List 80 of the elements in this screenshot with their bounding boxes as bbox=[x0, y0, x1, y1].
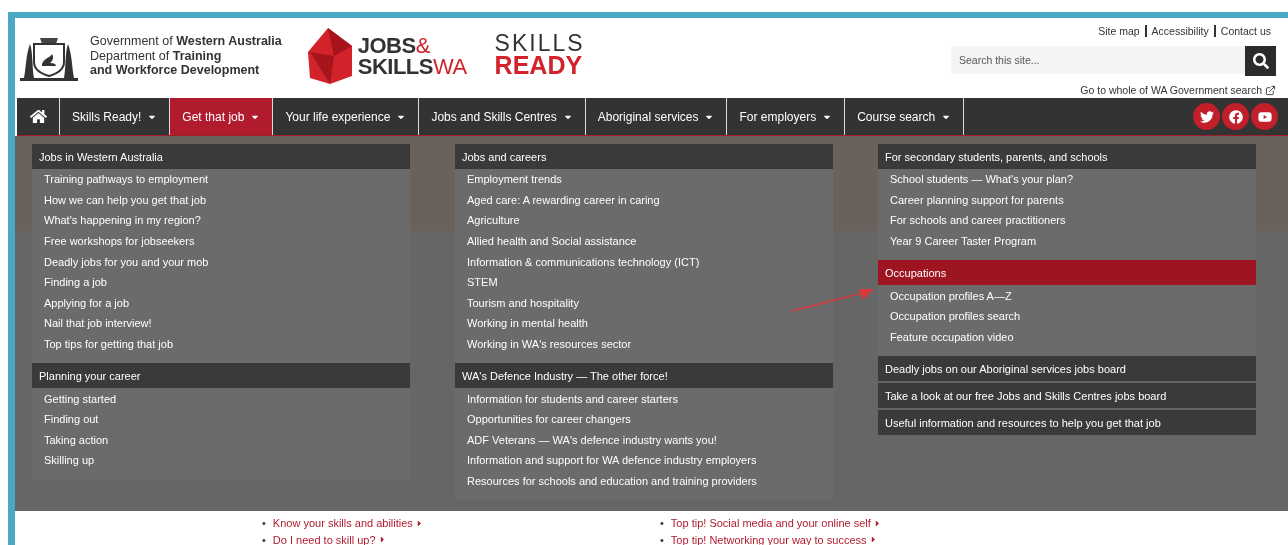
menu-item[interactable]: Employment trends bbox=[455, 169, 833, 190]
utility-link[interactable]: Accessibility bbox=[1144, 25, 1214, 37]
menu-item[interactable]: STEM bbox=[455, 271, 833, 293]
menu-item[interactable]: ADF Veterans — WA's defence industry wants you! bbox=[455, 429, 833, 451]
f-letter-icon bbox=[1228, 109, 1243, 124]
menu-item[interactable]: For schools and career practitioners bbox=[878, 210, 1256, 231]
nav-tab[interactable]: Jobs and Skills Centres bbox=[419, 98, 586, 135]
organisation-name-line: Government of Western Australia bbox=[90, 34, 282, 49]
menu-item[interactable]: Finding a job bbox=[32, 271, 410, 293]
menu-item[interactable]: What's happening in my region? bbox=[32, 210, 410, 231]
twitter-button[interactable] bbox=[1193, 103, 1220, 130]
menu-heading[interactable]: Deadly jobs on our Aboriginal services jobs board bbox=[878, 356, 1256, 382]
bullet: • bbox=[660, 532, 664, 545]
menu-item[interactable]: Resources for schools and education and training providers bbox=[455, 470, 833, 492]
menu-item[interactable]: Aged care: A rewarding career in caring bbox=[455, 189, 833, 211]
menu-heading[interactable]: For secondary students, parents, and schools bbox=[878, 144, 1256, 169]
utility-link[interactable]: Site map bbox=[1093, 25, 1145, 37]
menu-item[interactable]: Agriculture bbox=[455, 210, 833, 231]
menu-item[interactable]: School students — What's your plan? bbox=[878, 169, 1256, 190]
state-map-logo bbox=[307, 28, 352, 84]
menu-item[interactable]: Occupation profiles A—Z bbox=[878, 285, 1256, 306]
nav-tab[interactable]: Get that job bbox=[170, 98, 274, 135]
nav-tab[interactable]: Aboriginal services bbox=[585, 98, 728, 135]
bullet: • bbox=[262, 516, 266, 531]
menu-item[interactable]: Working in mental health bbox=[455, 313, 833, 334]
menu-item[interactable]: Skilling up bbox=[32, 450, 410, 471]
menu-heading[interactable]: Planning your career bbox=[32, 363, 410, 389]
play-icon bbox=[1257, 109, 1272, 124]
menu-item[interactable]: Allied health and Social assistance bbox=[455, 230, 833, 252]
organisation-name-line: and Workforce Development bbox=[90, 63, 261, 78]
page-link[interactable]: Do I need to skill up? bbox=[272, 531, 387, 545]
menu-item[interactable]: Opportunities for career changers bbox=[455, 408, 833, 430]
menu-item[interactable]: Taking action bbox=[32, 429, 410, 451]
menu-heading[interactable]: Jobs in Western Australia bbox=[32, 144, 410, 169]
menu-item[interactable]: Career planning support for parents bbox=[878, 189, 1256, 211]
menu-item[interactable]: Information for students and career starters bbox=[455, 388, 833, 409]
jobs-logo-text: JOBS& bbox=[357, 35, 431, 56]
page-link[interactable]: Top tip! Social media and your online self bbox=[670, 515, 882, 532]
menu-item[interactable]: How we can help you get that job bbox=[32, 189, 410, 211]
home-icon bbox=[29, 108, 47, 125]
menu-item[interactable]: Applying for a job bbox=[32, 292, 410, 314]
nav-tab[interactable]: Course search bbox=[845, 98, 965, 135]
menu-item[interactable]: Finding out bbox=[32, 408, 410, 430]
ready-logo-text: READY bbox=[494, 54, 584, 76]
external-link-icon bbox=[1265, 84, 1276, 96]
skills-wa-logo-text: SKILLSWA bbox=[357, 56, 467, 77]
menu-item[interactable]: Working in WA's resources sector bbox=[455, 333, 833, 355]
menu-item[interactable]: Year 9 Career Taster Program bbox=[878, 230, 1256, 252]
utility-link[interactable]: Contact us bbox=[1213, 25, 1276, 37]
youtube-button[interactable] bbox=[1251, 103, 1278, 130]
menu-item[interactable]: Tourism and hospitality bbox=[455, 292, 833, 314]
search-icon bbox=[1252, 53, 1269, 69]
menu-heading[interactable]: Take a look at our free Jobs and Skills Centres jobs board bbox=[878, 383, 1256, 409]
menu-heading[interactable]: Useful information and resources to help you get that job bbox=[878, 410, 1256, 436]
menu-item[interactable]: Training pathways to employment bbox=[32, 169, 410, 190]
skills-logo-text: SKILLS bbox=[494, 32, 585, 54]
page-link[interactable]: Know your skills and abilities bbox=[272, 515, 424, 532]
bird-icon bbox=[1199, 109, 1214, 124]
menu-item[interactable]: Deadly jobs for you and your mob bbox=[32, 251, 410, 272]
menu-item[interactable]: Nail that job interview! bbox=[32, 313, 410, 334]
menu-item[interactable]: Occupation profiles search bbox=[878, 305, 1256, 327]
menu-heading[interactable]: Occupations bbox=[878, 260, 1256, 286]
menu-item[interactable]: Information & communications technology (ICT) bbox=[455, 251, 833, 272]
nav-tab[interactable]: For employers bbox=[727, 98, 846, 135]
menu-item[interactable]: Free workshops for jobseekers bbox=[32, 230, 410, 252]
facebook-button[interactable] bbox=[1222, 103, 1249, 130]
organisation-name-line: Department of Training bbox=[90, 48, 223, 64]
government-search-link[interactable]: Go to whole of WA Government search bbox=[1080, 84, 1276, 96]
bullet: • bbox=[262, 532, 266, 545]
menu-heading[interactable]: WA's Defence Industry — The other force! bbox=[455, 363, 833, 389]
page-link[interactable]: Top tip! Networking your way to success bbox=[670, 531, 878, 545]
menu-item[interactable]: Getting started bbox=[32, 388, 410, 409]
search-button[interactable] bbox=[1245, 46, 1276, 76]
menu-heading[interactable]: Jobs and careers bbox=[455, 144, 833, 169]
nav-tab[interactable]: Your life experience bbox=[273, 98, 420, 135]
menu-item[interactable]: Feature occupation video bbox=[878, 326, 1256, 348]
bullet: • bbox=[660, 516, 664, 531]
menu-item[interactable]: Information and support for WA defence industry employers bbox=[455, 450, 833, 471]
menu-item[interactable]: Top tips for getting that job bbox=[32, 333, 410, 355]
search-field[interactable]: Search this site... bbox=[951, 46, 1245, 74]
